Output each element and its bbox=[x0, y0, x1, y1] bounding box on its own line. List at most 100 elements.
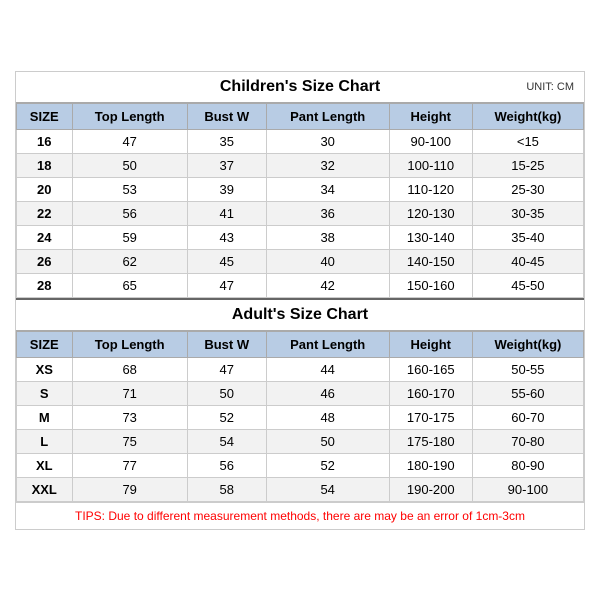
unit-label: UNIT: CM bbox=[526, 81, 574, 93]
table-row: S715046160-17055-60 bbox=[17, 381, 584, 405]
adult-col-bust-w: Bust W bbox=[187, 331, 266, 357]
size-chart-container: Children's Size Chart UNIT: CM SIZE Top … bbox=[15, 71, 585, 530]
children-header-row: SIZE Top Length Bust W Pant Length Heigh… bbox=[17, 103, 584, 129]
adult-col-size: SIZE bbox=[17, 331, 73, 357]
table-cell: 62 bbox=[72, 249, 187, 273]
table-cell: 90-100 bbox=[472, 477, 583, 501]
table-cell: 47 bbox=[187, 357, 266, 381]
table-cell: 48 bbox=[266, 405, 389, 429]
table-row: M735248170-17560-70 bbox=[17, 405, 584, 429]
table-cell: 15-25 bbox=[472, 153, 583, 177]
table-cell: 54 bbox=[187, 429, 266, 453]
table-row: XL775652180-19080-90 bbox=[17, 453, 584, 477]
tips-text: TIPS: Due to different measurement metho… bbox=[75, 509, 525, 523]
table-cell: 68 bbox=[72, 357, 187, 381]
table-cell: 50 bbox=[72, 153, 187, 177]
table-row: 18503732100-11015-25 bbox=[17, 153, 584, 177]
table-cell: 170-175 bbox=[389, 405, 472, 429]
table-cell: 37 bbox=[187, 153, 266, 177]
table-cell: 77 bbox=[72, 453, 187, 477]
table-cell: 79 bbox=[72, 477, 187, 501]
adult-col-weight: Weight(kg) bbox=[472, 331, 583, 357]
table-row: XS684744160-16550-55 bbox=[17, 357, 584, 381]
table-cell: XXL bbox=[17, 477, 73, 501]
table-cell: 130-140 bbox=[389, 225, 472, 249]
table-row: 26624540140-15040-45 bbox=[17, 249, 584, 273]
table-cell: 32 bbox=[266, 153, 389, 177]
table-cell: 38 bbox=[266, 225, 389, 249]
table-cell: 56 bbox=[72, 201, 187, 225]
table-cell: 34 bbox=[266, 177, 389, 201]
table-cell: 59 bbox=[72, 225, 187, 249]
table-cell: 46 bbox=[266, 381, 389, 405]
children-chart-title: Children's Size Chart bbox=[220, 78, 380, 96]
table-cell: 42 bbox=[266, 273, 389, 297]
table-row: L755450175-18070-80 bbox=[17, 429, 584, 453]
table-cell: 50 bbox=[266, 429, 389, 453]
adult-header-row: SIZE Top Length Bust W Pant Length Heigh… bbox=[17, 331, 584, 357]
table-row: 28654742150-16045-50 bbox=[17, 273, 584, 297]
table-cell: 50-55 bbox=[472, 357, 583, 381]
table-cell: 43 bbox=[187, 225, 266, 249]
table-cell: 52 bbox=[266, 453, 389, 477]
table-cell: 45 bbox=[187, 249, 266, 273]
table-cell: S bbox=[17, 381, 73, 405]
table-cell: 180-190 bbox=[389, 453, 472, 477]
table-cell: L bbox=[17, 429, 73, 453]
table-cell: 73 bbox=[72, 405, 187, 429]
table-cell: 22 bbox=[17, 201, 73, 225]
table-cell: XS bbox=[17, 357, 73, 381]
table-cell: 35 bbox=[187, 129, 266, 153]
table-cell: 40-45 bbox=[472, 249, 583, 273]
adult-chart-title-row: Adult's Size Chart bbox=[16, 298, 584, 331]
table-cell: 80-90 bbox=[472, 453, 583, 477]
table-cell: 47 bbox=[72, 129, 187, 153]
table-row: 20533934110-12025-30 bbox=[17, 177, 584, 201]
table-cell: 36 bbox=[266, 201, 389, 225]
table-cell: <15 bbox=[472, 129, 583, 153]
table-cell: 40 bbox=[266, 249, 389, 273]
children-table: SIZE Top Length Bust W Pant Length Heigh… bbox=[16, 103, 584, 298]
table-cell: 30 bbox=[266, 129, 389, 153]
table-cell: 24 bbox=[17, 225, 73, 249]
adult-col-height: Height bbox=[389, 331, 472, 357]
table-cell: 58 bbox=[187, 477, 266, 501]
adult-table: SIZE Top Length Bust W Pant Length Heigh… bbox=[16, 331, 584, 502]
children-table-body: 1647353090-100<1518503732100-11015-25205… bbox=[17, 129, 584, 297]
table-cell: 55-60 bbox=[472, 381, 583, 405]
table-row: 24594338130-14035-40 bbox=[17, 225, 584, 249]
children-col-weight: Weight(kg) bbox=[472, 103, 583, 129]
table-cell: 39 bbox=[187, 177, 266, 201]
table-cell: 56 bbox=[187, 453, 266, 477]
children-col-size: SIZE bbox=[17, 103, 73, 129]
table-cell: 18 bbox=[17, 153, 73, 177]
table-cell: 120-130 bbox=[389, 201, 472, 225]
table-cell: 140-150 bbox=[389, 249, 472, 273]
table-row: XXL795854190-20090-100 bbox=[17, 477, 584, 501]
table-cell: 190-200 bbox=[389, 477, 472, 501]
table-cell: 60-70 bbox=[472, 405, 583, 429]
table-cell: 160-165 bbox=[389, 357, 472, 381]
table-cell: 53 bbox=[72, 177, 187, 201]
table-cell: 28 bbox=[17, 273, 73, 297]
table-cell: 100-110 bbox=[389, 153, 472, 177]
adult-chart-title: Adult's Size Chart bbox=[232, 306, 368, 324]
table-row: 22564136120-13030-35 bbox=[17, 201, 584, 225]
table-cell: 52 bbox=[187, 405, 266, 429]
adult-col-top-length: Top Length bbox=[72, 331, 187, 357]
table-cell: 90-100 bbox=[389, 129, 472, 153]
table-cell: 30-35 bbox=[472, 201, 583, 225]
children-col-top-length: Top Length bbox=[72, 103, 187, 129]
table-cell: 41 bbox=[187, 201, 266, 225]
table-cell: 54 bbox=[266, 477, 389, 501]
table-cell: 150-160 bbox=[389, 273, 472, 297]
table-cell: 47 bbox=[187, 273, 266, 297]
table-cell: 20 bbox=[17, 177, 73, 201]
tips-row: TIPS: Due to different measurement metho… bbox=[16, 502, 584, 529]
table-cell: 16 bbox=[17, 129, 73, 153]
table-cell: 50 bbox=[187, 381, 266, 405]
table-cell: XL bbox=[17, 453, 73, 477]
table-cell: 26 bbox=[17, 249, 73, 273]
table-cell: 65 bbox=[72, 273, 187, 297]
table-cell: 71 bbox=[72, 381, 187, 405]
